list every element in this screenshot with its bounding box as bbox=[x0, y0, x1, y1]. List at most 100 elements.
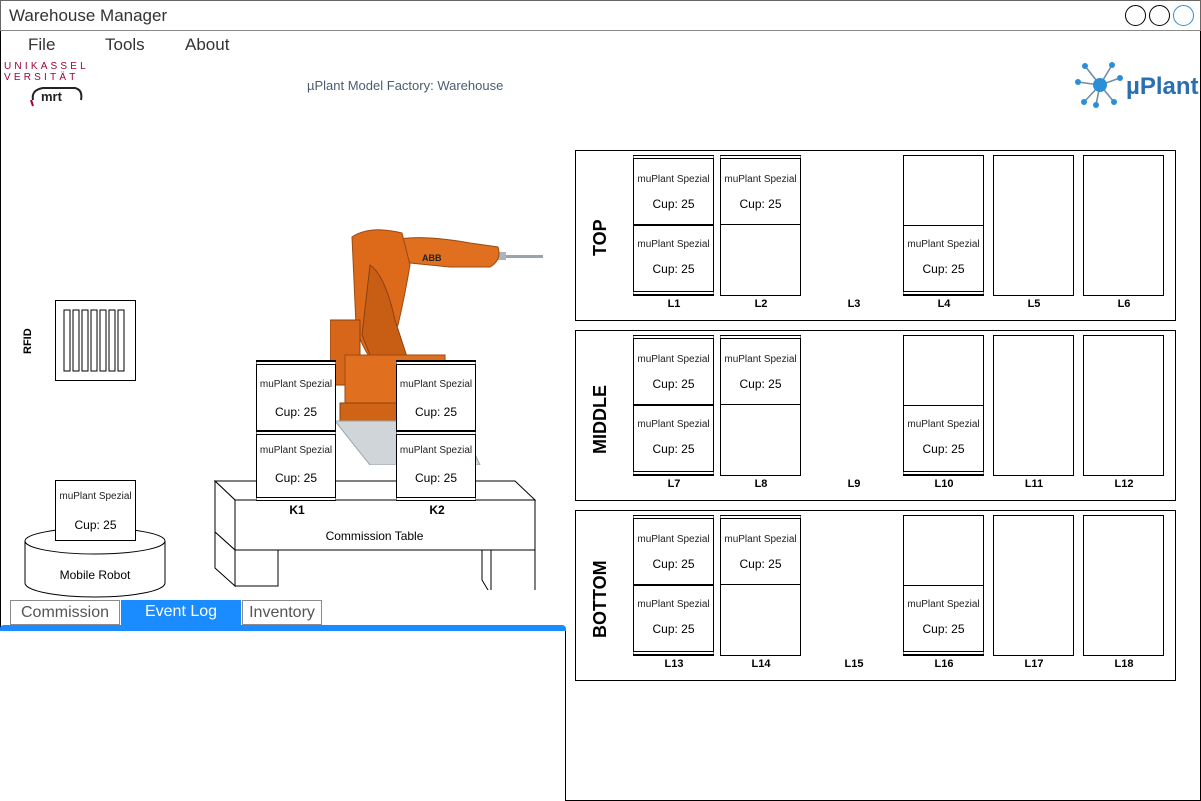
cup-slot[interactable]: muPlant Spezial Cup: 25 bbox=[396, 431, 476, 501]
cup-count: Cup: 25 bbox=[739, 197, 782, 211]
maximize-button[interactable] bbox=[1149, 5, 1170, 26]
slot-label: L11 bbox=[1024, 478, 1044, 490]
cup-name: muPlant Spezial bbox=[637, 419, 710, 430]
cup-slot[interactable]: muPlant Spezial Cup: 25 bbox=[903, 225, 984, 295]
rfid-label: RFID bbox=[22, 328, 34, 354]
storage-slot[interactable] bbox=[993, 155, 1074, 296]
cup-count: Cup: 25 bbox=[74, 518, 117, 532]
cup-on-robot[interactable]: muPlant Spezial Cup: 25 bbox=[55, 480, 136, 541]
cup-name: muPlant Spezial bbox=[907, 599, 980, 610]
cup-slot[interactable]: muPlant Spezial Cup: 25 bbox=[633, 515, 714, 585]
window-title: Warehouse Manager bbox=[9, 6, 168, 25]
cup-slot[interactable]: muPlant Spezial Cup: 25 bbox=[396, 361, 476, 431]
slot-label: L15 bbox=[844, 658, 864, 670]
page-subtitle: µPlant Model Factory: Warehouse bbox=[307, 78, 504, 93]
slot-label: L16 bbox=[934, 658, 954, 670]
close-button[interactable] bbox=[1173, 5, 1194, 26]
mobile-robot-label: Mobile Robot bbox=[59, 568, 131, 582]
slot-label: L13 bbox=[664, 658, 684, 670]
cup-count: Cup: 25 bbox=[922, 442, 965, 456]
cup-slot[interactable]: muPlant Spezial Cup: 25 bbox=[720, 335, 801, 405]
cup-count: Cup: 25 bbox=[414, 471, 458, 485]
cup-slot[interactable]: muPlant Spezial Cup: 25 bbox=[720, 155, 801, 225]
storage-slot[interactable] bbox=[993, 515, 1074, 656]
storage-slot[interactable] bbox=[1083, 155, 1164, 296]
slot-label: L5 bbox=[1027, 298, 1041, 310]
tab-commission[interactable]: Commission bbox=[10, 600, 120, 625]
title-bar bbox=[0, 0, 1201, 31]
menu-about[interactable]: About bbox=[185, 35, 229, 55]
cup-count: Cup: 25 bbox=[652, 377, 695, 391]
cup-slot[interactable]: muPlant Spezial Cup: 25 bbox=[256, 431, 336, 501]
event-log-panel bbox=[0, 631, 566, 801]
cup-name: muPlant Spezial bbox=[724, 534, 797, 545]
menu-tools[interactable]: Tools bbox=[105, 35, 145, 55]
cup-name: muPlant Spezial bbox=[637, 174, 710, 185]
cup-slot[interactable]: muPlant Spezial Cup: 25 bbox=[633, 405, 714, 475]
cup-name: muPlant Spezial bbox=[637, 534, 710, 545]
cup-name: muPlant Spezial bbox=[637, 599, 710, 610]
slot-label: L10 bbox=[934, 478, 954, 490]
cup-name: muPlant Spezial bbox=[637, 354, 710, 365]
menu-file[interactable]: File bbox=[28, 35, 55, 55]
svg-text:mrt: mrt bbox=[41, 89, 63, 104]
cup-slot[interactable]: muPlant Spezial Cup: 25 bbox=[903, 405, 984, 475]
k1-label: K1 bbox=[289, 503, 305, 517]
cup-count: Cup: 25 bbox=[739, 377, 782, 391]
k2-label: K2 bbox=[429, 503, 445, 517]
cup-count: Cup: 25 bbox=[922, 262, 965, 276]
slot-label: L2 bbox=[754, 298, 768, 310]
slot-label: L12 bbox=[1114, 478, 1134, 490]
stack-k1[interactable]: muPlant Spezial Cup: 25 muPlant Spezial … bbox=[256, 360, 336, 501]
cup-name: muPlant Spezial bbox=[724, 354, 797, 365]
svg-text:VERSITÄT: VERSITÄT bbox=[4, 71, 79, 83]
cup-slot[interactable]: muPlant Spezial Cup: 25 bbox=[633, 335, 714, 405]
cup-count: Cup: 25 bbox=[274, 405, 318, 419]
cup-count: Cup: 25 bbox=[739, 557, 782, 571]
cup-name: muPlant Spezial bbox=[399, 379, 473, 390]
cup-name: muPlant Spezial bbox=[399, 445, 473, 456]
cup-count: Cup: 25 bbox=[652, 557, 695, 571]
cup-count: Cup: 25 bbox=[652, 197, 695, 211]
cup-count: Cup: 25 bbox=[652, 442, 695, 456]
cup-slot[interactable]: muPlant Spezial Cup: 25 bbox=[903, 585, 984, 655]
storage-slot[interactable] bbox=[993, 335, 1074, 476]
rfid-reader bbox=[55, 300, 136, 381]
uplant-logo: µPlant bbox=[1070, 60, 1200, 110]
tab-event-log[interactable]: Event Log bbox=[121, 600, 241, 625]
cup-slot[interactable]: muPlant Spezial Cup: 25 bbox=[720, 515, 801, 585]
svg-text:µPlant: µPlant bbox=[1126, 73, 1199, 100]
commission-table-label: Commission Table bbox=[325, 529, 424, 543]
storage-slot[interactable] bbox=[1083, 515, 1164, 656]
cup-name: muPlant Spezial bbox=[259, 379, 333, 390]
slot-label: L3 bbox=[847, 298, 861, 310]
slot-label: L6 bbox=[1117, 298, 1131, 310]
shelf-top-title: TOP bbox=[590, 219, 610, 256]
minimize-button[interactable] bbox=[1125, 5, 1146, 26]
tab-inventory[interactable]: Inventory bbox=[242, 600, 322, 625]
cup-count: Cup: 25 bbox=[922, 622, 965, 636]
cup-name: muPlant Spezial bbox=[907, 239, 980, 250]
cup-count: Cup: 25 bbox=[652, 262, 695, 276]
cup-name: muPlant Spezial bbox=[259, 445, 333, 456]
slot-label: L8 bbox=[754, 478, 768, 490]
cup-slot[interactable]: muPlant Spezial Cup: 25 bbox=[633, 155, 714, 225]
stack-k2[interactable]: muPlant Spezial Cup: 25 muPlant Spezial … bbox=[396, 360, 476, 501]
shelf-bottom-title: BOTTOM bbox=[590, 560, 610, 638]
cup-slot[interactable]: muPlant Spezial Cup: 25 bbox=[633, 225, 714, 295]
cup-slot[interactable]: muPlant Spezial Cup: 25 bbox=[256, 361, 336, 431]
cup-name: muPlant Spezial bbox=[907, 419, 980, 430]
slot-label: L18 bbox=[1114, 658, 1134, 670]
slot-label: L7 bbox=[667, 478, 681, 490]
cup-name: muPlant Spezial bbox=[59, 491, 132, 502]
shelf-middle-title: MIDDLE bbox=[590, 385, 610, 454]
robot-brand: ABB bbox=[422, 253, 442, 263]
cup-name: muPlant Spezial bbox=[637, 239, 710, 250]
slot-label: L14 bbox=[751, 658, 771, 670]
cup-slot[interactable]: muPlant Spezial Cup: 25 bbox=[633, 585, 714, 655]
cup-count: Cup: 25 bbox=[274, 471, 318, 485]
cup-count: Cup: 25 bbox=[414, 405, 458, 419]
storage-slot[interactable] bbox=[1083, 335, 1164, 476]
cup-count: Cup: 25 bbox=[652, 622, 695, 636]
cup-name: muPlant Spezial bbox=[724, 174, 797, 185]
